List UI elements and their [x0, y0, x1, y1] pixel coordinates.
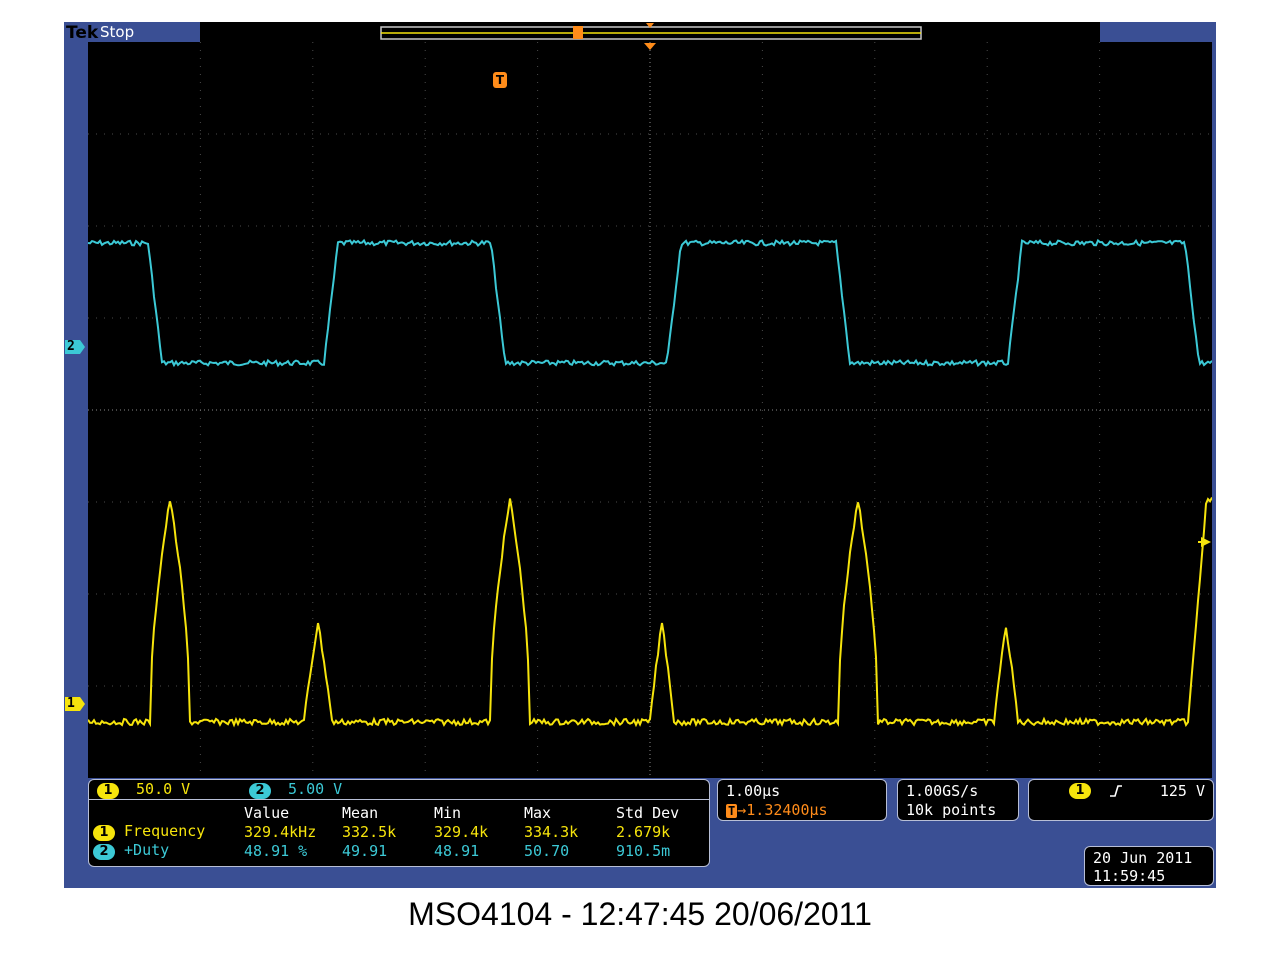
trigger-position-readout: T →1.32400µs — [726, 801, 828, 819]
ch1-badge: 1 — [93, 825, 115, 841]
measurement-value: 329.4kHz — [244, 822, 317, 841]
measurement-mean: 332.5k — [342, 822, 397, 841]
measurement-max: 50.70 — [524, 841, 570, 860]
header-max: Max — [524, 804, 552, 822]
ch2-ground-marker[interactable]: 2 — [64, 339, 85, 355]
measurement-std-dev: 2.679k — [616, 822, 671, 841]
record-window-icon — [380, 23, 922, 40]
timebase-scale: 1.00µs — [726, 782, 781, 800]
measurement-header-row: Value Mean Min Max Std Dev — [93, 804, 685, 822]
ch1-scale-readout[interactable]: 1 50.0 V — [97, 780, 190, 799]
panel-divider — [89, 799, 709, 800]
date-text: 20 Jun 2011 — [1093, 849, 1193, 867]
measurement-max: 334.3k — [524, 822, 579, 841]
header-min: Min — [434, 804, 462, 822]
measurement-row-duty[interactable]: 2 +Duty 48.91 % 49.91 48.91 50.70 910.5m — [93, 841, 685, 860]
date-time-readout: 20 Jun 2011 11:59:45 — [1084, 846, 1214, 886]
header-std-dev: Std Dev — [616, 804, 680, 822]
time-text: 11:59:45 — [1093, 867, 1166, 885]
trigger-badge-icon: T — [726, 804, 738, 818]
measurement-value: 48.91 % — [244, 841, 308, 860]
oscilloscope-screen: Tek Stop T 2 1 1 50.0 V 2 5.00 V Value M… — [64, 22, 1216, 888]
waveform-plot — [87, 42, 1213, 778]
brand-logo: Tek — [66, 23, 99, 43]
acquisition-readout[interactable]: 1.00GS/s 10k points — [897, 779, 1019, 821]
measurement-std-dev: 910.5m — [616, 841, 671, 860]
header-value: Value — [244, 804, 290, 822]
ch2-badge: 2 — [249, 783, 271, 799]
image-caption: MSO4104 - 12:47:45 20/06/2011 — [408, 896, 872, 932]
trigger-delay: →1.32400µs — [737, 801, 828, 819]
record-length: 10k points — [906, 801, 997, 819]
ch1-ground-marker[interactable]: 1 — [64, 696, 85, 712]
measurement-name: +Duty — [124, 841, 170, 859]
trigger-position-marker[interactable]: T — [493, 72, 507, 88]
measurement-table: Value Mean Min Max Std Dev 1 Frequency 3… — [93, 804, 685, 860]
record-view-bar[interactable] — [200, 22, 1100, 42]
measurement-row-frequency[interactable]: 1 Frequency 329.4kHz 332.5k 329.4k 334.3… — [93, 822, 685, 841]
measurement-name: Frequency — [124, 822, 206, 840]
measurement-panel[interactable]: 1 50.0 V 2 5.00 V Value Mean Min Max Std… — [88, 779, 710, 867]
trigger-level: 125 V — [1159, 782, 1205, 800]
ch2-badge: 2 — [93, 844, 115, 860]
measurement-mean: 49.91 — [342, 841, 388, 860]
trigger-source-badge: 1 — [1069, 783, 1091, 799]
ch2-scale-readout[interactable]: 2 5.00 V — [249, 780, 342, 799]
ch1-badge: 1 — [97, 783, 119, 799]
header-mean: Mean — [342, 804, 379, 822]
acquisition-status: Stop — [100, 23, 135, 41]
sample-rate: 1.00GS/s — [906, 782, 979, 800]
waveform-graticule[interactable]: T — [87, 42, 1213, 778]
trigger-level-icon[interactable] — [1198, 535, 1212, 549]
measurement-min: 48.91 — [434, 841, 480, 860]
rising-edge-icon — [1110, 785, 1122, 797]
expansion-point-icon — [644, 43, 656, 50]
measurement-min: 329.4k — [434, 822, 489, 841]
trigger-readout[interactable]: 1 125 V — [1028, 779, 1214, 821]
horizontal-readout[interactable]: 1.00µs T →1.32400µs — [717, 779, 887, 821]
